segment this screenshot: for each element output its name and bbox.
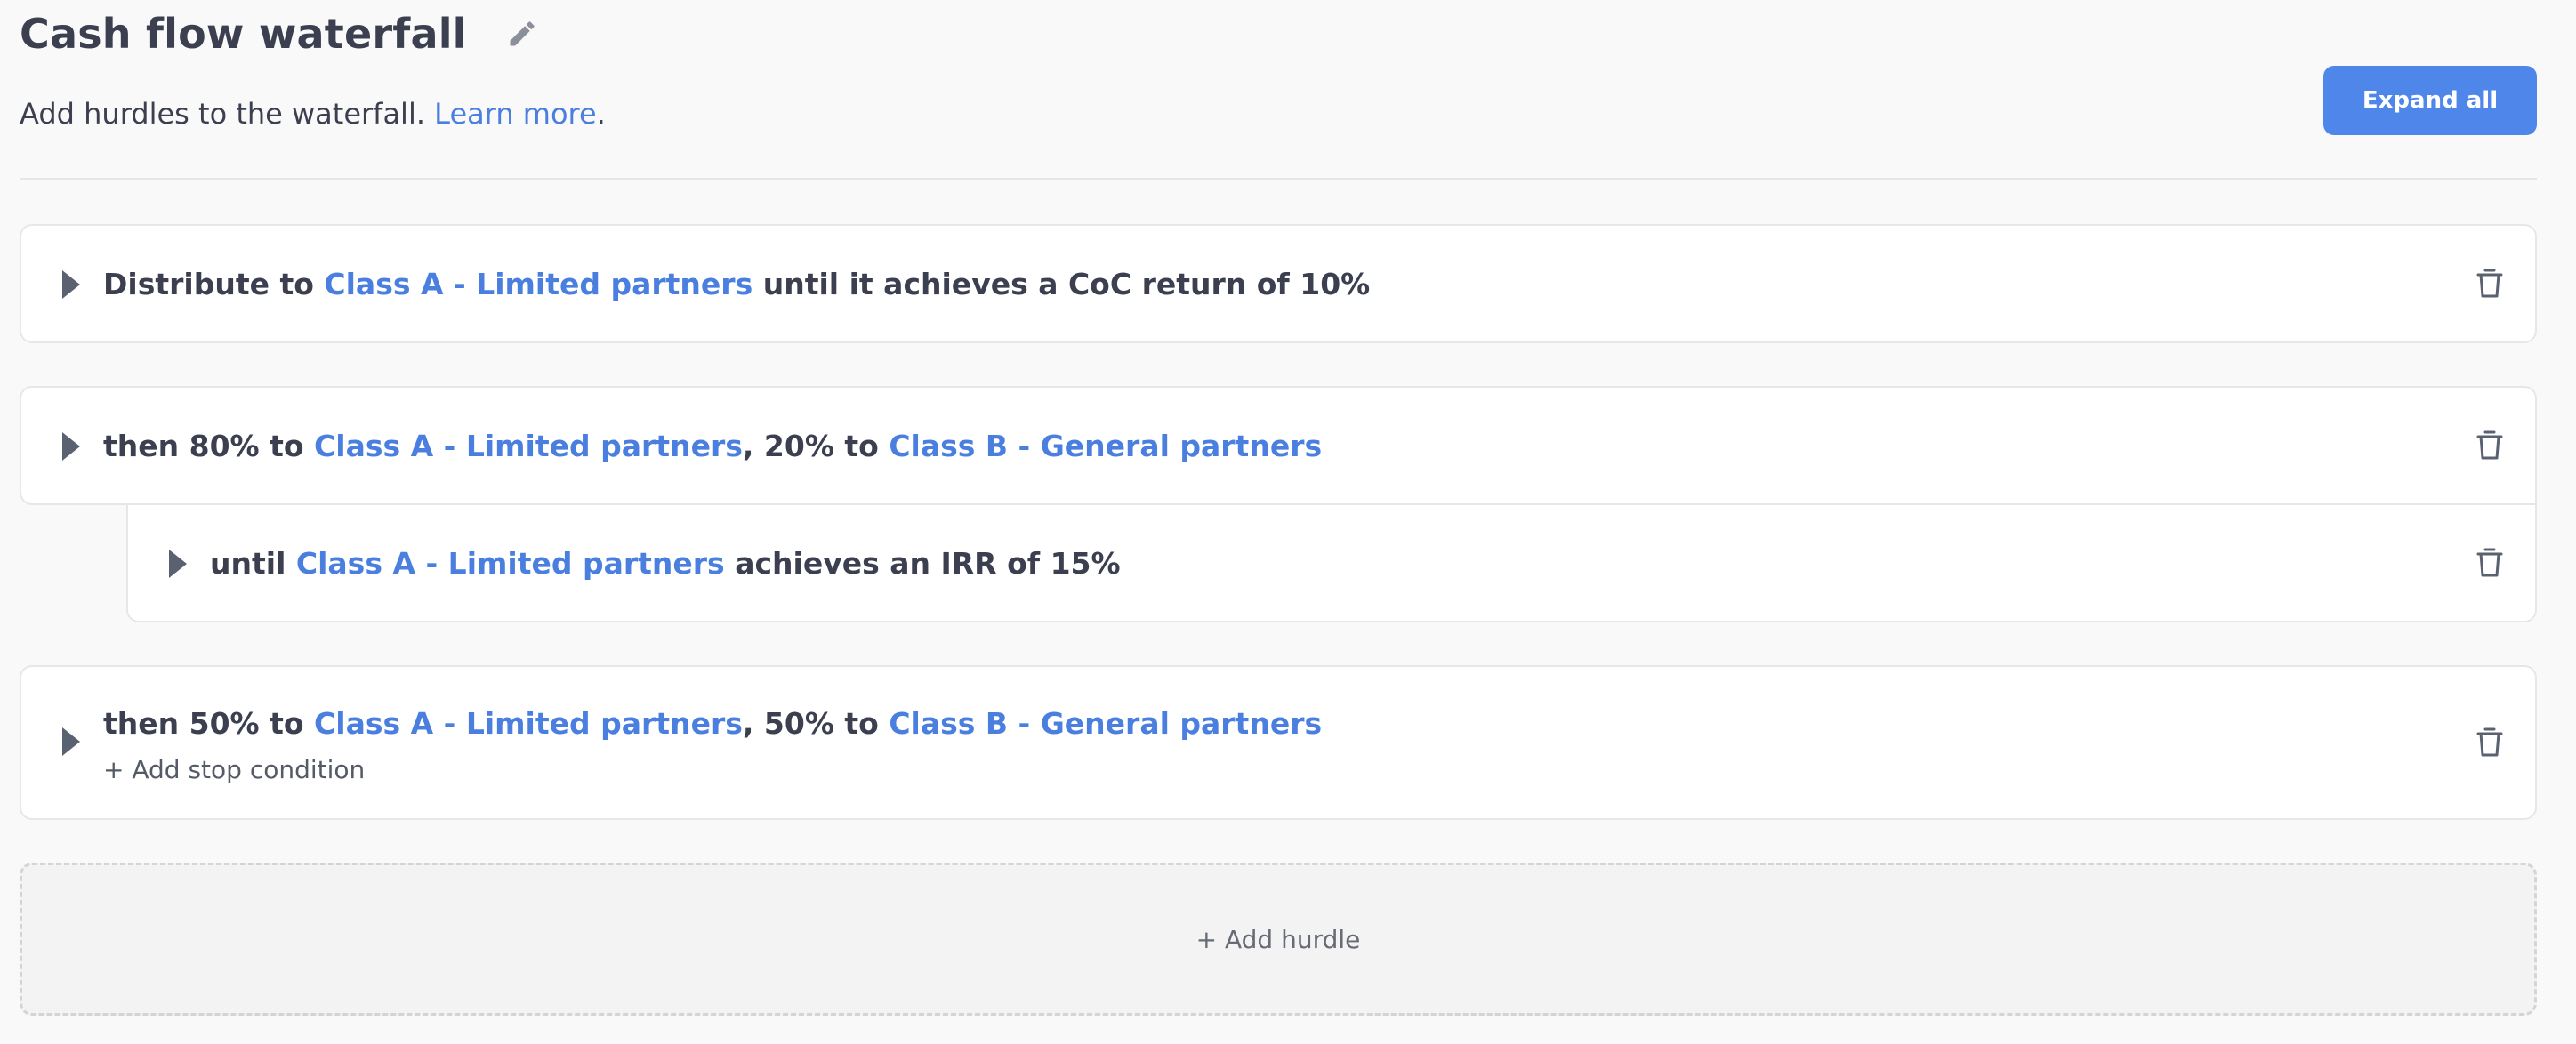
learn-more-link[interactable]: Learn more bbox=[434, 97, 597, 131]
rule-fragment: until bbox=[210, 546, 296, 581]
hurdle-rule-text: Distribute to Class A - Limited partners… bbox=[103, 263, 1370, 306]
hurdle-card-2: then 80% to Class A - Limited partners, … bbox=[20, 386, 2537, 505]
hurdle-row-1: Distribute to Class A - Limited partners… bbox=[62, 263, 1370, 306]
hurdle-rule-text: then 50% to Class A - Limited partners, … bbox=[103, 703, 1322, 745]
expand-caret-icon[interactable] bbox=[62, 432, 80, 461]
rule-fragment: until it achieves a CoC return of 10% bbox=[753, 267, 1371, 301]
add-stop-condition-link[interactable]: + Add stop condition bbox=[103, 752, 365, 788]
class-a-link[interactable]: Class A - Limited partners bbox=[296, 546, 725, 581]
trash-icon[interactable] bbox=[2476, 727, 2503, 758]
rule-fragment: then 50% to bbox=[103, 706, 315, 741]
waterfall-page: Cash flow waterfall Add hurdles to the w… bbox=[0, 0, 2576, 1044]
hurdle-card-1: Distribute to Class A - Limited partners… bbox=[20, 224, 2537, 343]
class-a-link[interactable]: Class A - Limited partners bbox=[314, 706, 743, 741]
expand-all-button[interactable]: Expand all bbox=[2323, 66, 2537, 135]
class-b-link[interactable]: Class B - General partners bbox=[889, 429, 1322, 463]
stop-condition-card: until Class A - Limited partners achieve… bbox=[126, 503, 2537, 622]
subtitle-text: Add hurdles to the waterfall. bbox=[20, 97, 435, 131]
expand-caret-icon[interactable] bbox=[169, 550, 187, 578]
hurdle-card-3: then 50% to Class A - Limited partners, … bbox=[20, 665, 2537, 820]
add-hurdle-label: + Add hurdle bbox=[1195, 924, 1361, 954]
expand-caret-icon[interactable] bbox=[62, 727, 80, 756]
rule-fragment: , 20% to bbox=[742, 429, 890, 463]
header-divider bbox=[20, 178, 2537, 180]
rule-fragment: Distribute to bbox=[103, 267, 325, 301]
class-a-link[interactable]: Class A - Limited partners bbox=[324, 267, 753, 301]
page-subtitle: Add hurdles to the waterfall. Learn more… bbox=[20, 92, 606, 135]
add-hurdle-button[interactable]: + Add hurdle bbox=[20, 863, 2537, 1016]
hurdle-row-2: then 80% to Class A - Limited partners, … bbox=[62, 425, 1322, 468]
rule-fragment: then 80% to bbox=[103, 429, 315, 463]
class-b-link[interactable]: Class B - General partners bbox=[889, 706, 1322, 741]
stop-condition-text: until Class A - Limited partners achieve… bbox=[210, 542, 1121, 585]
pencil-icon[interactable] bbox=[506, 18, 538, 50]
subtitle-period: . bbox=[596, 97, 606, 131]
stop-condition-row: until Class A - Limited partners achieve… bbox=[169, 542, 1121, 585]
trash-icon[interactable] bbox=[2476, 548, 2503, 578]
expand-caret-icon[interactable] bbox=[62, 270, 80, 299]
rule-fragment: , 50% to bbox=[742, 706, 890, 741]
page-header: Cash flow waterfall Add hurdles to the w… bbox=[20, 0, 2537, 178]
page-title: Cash flow waterfall bbox=[20, 10, 467, 58]
hurdle-rule-text: then 80% to Class A - Limited partners, … bbox=[103, 425, 1322, 468]
trash-icon[interactable] bbox=[2476, 269, 2503, 299]
rule-fragment: achieves an IRR of 15% bbox=[724, 546, 1121, 581]
class-a-link[interactable]: Class A - Limited partners bbox=[314, 429, 743, 463]
title-row: Cash flow waterfall bbox=[20, 5, 538, 62]
trash-icon[interactable] bbox=[2476, 430, 2503, 461]
